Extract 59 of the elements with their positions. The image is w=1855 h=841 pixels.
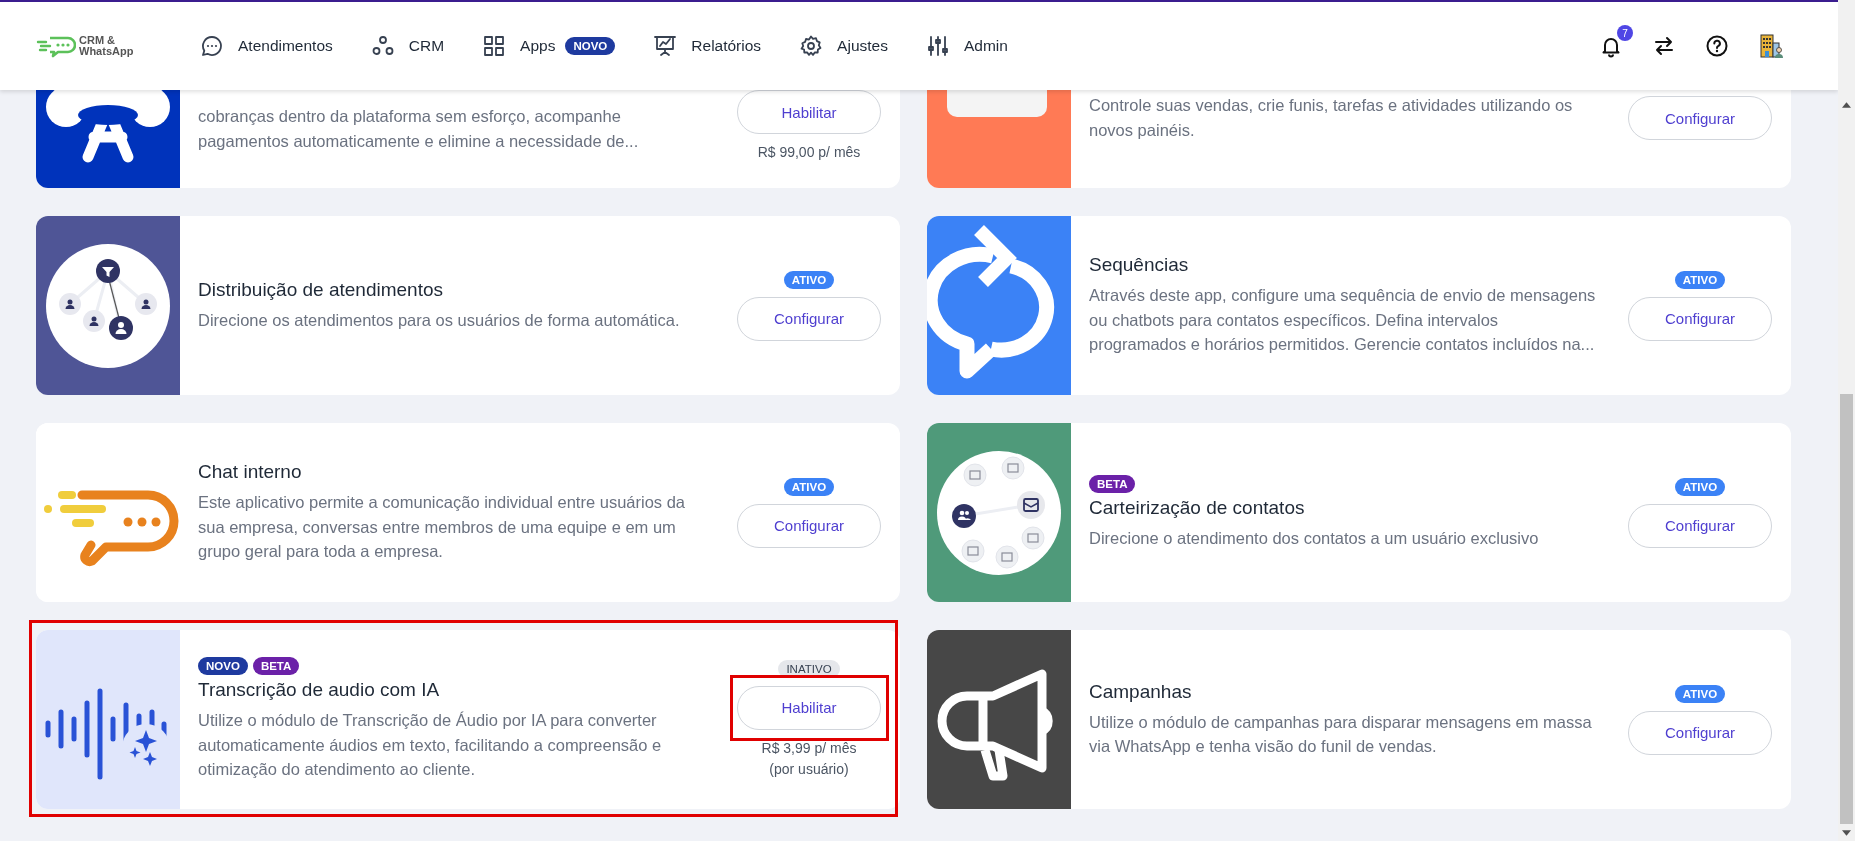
presentation-chart-icon[interactable] [653, 34, 678, 58]
settings-icon[interactable] [799, 34, 824, 58]
app-description: Através deste app, configure uma sequência de envio de mensagens ou chatbots para contatos específicos. Defina intervalos programados e horários permitidos. Gerencie contatos incluídos na... [1089, 285, 1597, 356]
price-text: R$ 99,00 p/ mês [757, 143, 861, 162]
help-icon[interactable] [1705, 34, 1729, 58]
logo-text: CRM & WhatsApp [79, 35, 134, 57]
app-title: Campanhas [1089, 680, 1193, 703]
nav-link[interactable]: Apps [520, 37, 556, 55]
enable-button[interactable]: Habilitar [737, 685, 881, 730]
status-badge: ATIVO [1674, 270, 1726, 289]
chat-bubble-icon [44, 490, 179, 567]
megaphone-icon [937, 669, 1053, 781]
grid-icon[interactable] [482, 34, 507, 58]
status-badge: ATIVO [1674, 477, 1726, 496]
beta-badge: BETA [1089, 474, 1136, 493]
app-description: cobranças dentro da plataforma sem esforço, acompanhe pagamentos automaticamente e elimine a necessidade de... [198, 106, 640, 152]
building-icon[interactable] [1758, 33, 1784, 59]
configure-button[interactable]: Configurar [1628, 503, 1772, 548]
enable-button[interactable]: Habilitar [737, 90, 881, 134]
configure-button[interactable]: Configurar [1628, 96, 1772, 140]
app-title: Sequências [1089, 254, 1190, 277]
nav-link[interactable]: Relatórios [691, 37, 762, 55]
configure-button[interactable]: Configurar [1628, 296, 1772, 341]
new-badge: NOVO [565, 37, 616, 55]
nav-link[interactable]: Admin [963, 37, 1008, 55]
app-description: Direcione os atendimentos para os usuários de forma automática. [198, 309, 681, 331]
app-description: Utilize o módulo de campanhas para disparar mensagens em massa via WhatsApp e tenha visão do funil de vendas. [1089, 711, 1593, 757]
app-title: Carteirização de contatos [1089, 496, 1306, 519]
status-badge: ATIVO [783, 477, 835, 496]
sliders-icon[interactable] [925, 34, 950, 58]
app-title: Transcrição de audio com IA [198, 679, 441, 702]
scroll-up-arrow-icon[interactable] [1842, 101, 1851, 108]
app-description: Utilize o módulo de Transcrição de Áudio por IA para converter automaticamente áudios em texto, facilitando a compreensão e otimização do atendimento ao cliente. [198, 710, 663, 781]
loop-arrow-icon [927, 225, 1054, 379]
beta-badge: BETA [252, 657, 300, 676]
scroll-down-arrow-icon[interactable] [1842, 829, 1851, 836]
scrollbar[interactable] [1838, 0, 1855, 841]
configure-button[interactable]: Configurar [737, 503, 881, 548]
app-description: Direcione o atendimento dos contatos a um usuário exclusivo [1089, 527, 1540, 549]
app-title: Chat interno [198, 461, 303, 484]
chat-bubble-icon[interactable] [200, 34, 224, 58]
swap-arrows-icon[interactable] [1652, 34, 1676, 58]
configure-button[interactable]: Configurar [737, 296, 881, 341]
app-description: Este aplicativo permite a comunicação individual entre usuários da sua empresa, conversas entre membros de uma equipe e em um grupo geral para toda a empresa. [198, 492, 687, 563]
status-badge: ATIVO [1674, 684, 1726, 703]
sound-wave-icon [45, 688, 170, 780]
notification-count: 7 [1617, 25, 1633, 41]
chat-logo-icon [36, 34, 76, 58]
app-title: Distribuição de atendimentos [198, 278, 445, 301]
price-text: (por usuário) [769, 759, 849, 779]
new-badge: NOVO [198, 657, 248, 676]
price-text: R$ 3,99 p/ mês [761, 738, 857, 758]
configure-button[interactable]: Configurar [1628, 710, 1772, 755]
circles-icon[interactable] [370, 34, 395, 58]
app-description: Controle suas vendas, crie funis, tarefas e atividades utilizando os novos painéis. [1089, 95, 1574, 141]
nav-link[interactable]: Atendimentos [238, 37, 333, 55]
nav-link[interactable]: CRM [408, 37, 445, 55]
nav-link[interactable]: Ajustes [837, 37, 888, 55]
status-badge: ATIVO [783, 270, 835, 289]
